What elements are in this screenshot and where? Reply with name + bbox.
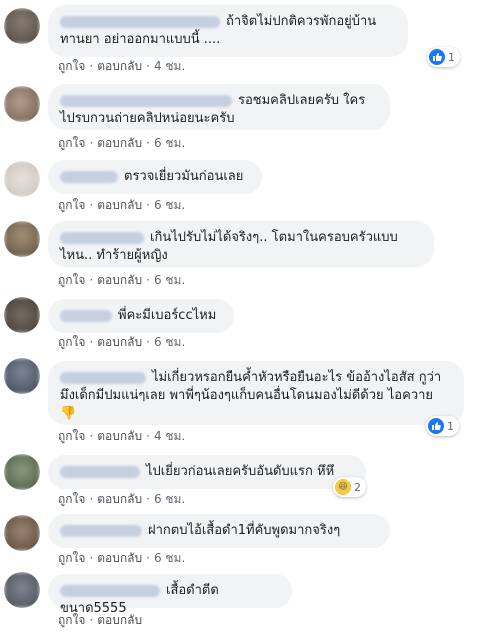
- avatar[interactable]: [4, 8, 40, 44]
- comment-bubble: ไปเยี่ยวก่อนเลยครับอันดับแรก หึหึ: [48, 455, 366, 489]
- reaction-count[interactable]: 1: [426, 416, 459, 436]
- comment-text: ฝากตบไอ้เสื้อดำ1ที่คับพูดมากจริงๆ: [148, 523, 341, 538]
- reply-link[interactable]: ตอบกลับ: [97, 492, 142, 506]
- comment-bubble: ฝากตบไอ้เสื้อดำ1ที่คับพูดมากจริงๆ: [48, 514, 390, 548]
- like-link[interactable]: ถูกใจ: [58, 273, 85, 287]
- avatar[interactable]: [4, 297, 40, 333]
- comment-actions: ถูกใจ · ตอบกลับ · 6 ชม.: [58, 198, 186, 212]
- comment-bubble: พี่คะมีเบอร์ccไหม: [48, 299, 234, 333]
- reply-link[interactable]: ตอบกลับ: [97, 59, 142, 73]
- reply-link[interactable]: ตอบกลับ: [97, 551, 142, 565]
- haha-icon: 😆: [335, 479, 351, 495]
- reply-link[interactable]: ตอบกลับ: [97, 429, 142, 443]
- reply-link[interactable]: ตอบกลับ: [97, 613, 142, 627]
- like-link[interactable]: ถูกใจ: [58, 429, 85, 443]
- timestamp[interactable]: 4 ชม.: [154, 429, 185, 443]
- commenter-name[interactable]: [60, 584, 160, 597]
- timestamp[interactable]: 6 ชม.: [154, 335, 185, 349]
- comment-actions: ถูกใจ · ตอบกลับ · 6 ชม.: [58, 273, 186, 287]
- comment-text: ไปเยี่ยวก่อนเลยครับอันดับแรก หึหึ: [146, 464, 335, 479]
- commenter-name[interactable]: [60, 465, 140, 478]
- reaction-count[interactable]: 😆 2: [333, 477, 366, 497]
- comment-bubble: เกินไปรับไม่ได้จริงๆ.. โตมาในครอบครัวแบบ…: [48, 221, 434, 267]
- comment-bubble: รอชมคลิปเลยครับ ใครไปรบกวนถ่ายคลิปหน่อยน…: [48, 84, 390, 130]
- reaction-count[interactable]: 1: [427, 47, 460, 67]
- commenter-name[interactable]: [60, 524, 142, 537]
- comment-actions: ถูกใจ · ตอบกลับ · 6 ชม.: [58, 335, 186, 349]
- avatar[interactable]: [4, 515, 40, 551]
- avatar[interactable]: [4, 221, 40, 257]
- commenter-name[interactable]: [60, 170, 118, 183]
- reply-link[interactable]: ตอบกลับ: [97, 198, 142, 212]
- commenter-name[interactable]: [60, 371, 146, 384]
- like-link[interactable]: ถูกใจ: [58, 198, 85, 212]
- like-link[interactable]: ถูกใจ: [58, 492, 85, 506]
- comment-bubble: ไม่เกี่ยวหรอกยืนค้ำหัวหรือยืนอะไร ข้ออ้า…: [48, 361, 464, 425]
- commenter-name[interactable]: [60, 94, 232, 107]
- commenter-name[interactable]: [60, 15, 220, 28]
- like-icon: [429, 49, 445, 65]
- avatar[interactable]: [4, 86, 40, 122]
- comment-bubble: ถ้าจิตไม่ปกติควรพักอยู่บ้าน ทานยา อย่าออ…: [48, 5, 408, 57]
- timestamp[interactable]: 6 ชม.: [154, 198, 185, 212]
- comment-actions: ถูกใจ · ตอบกลับ: [58, 613, 143, 627]
- comment-actions: ถูกใจ · ตอบกลับ · 6 ชม.: [58, 551, 186, 565]
- commenter-name[interactable]: [60, 309, 112, 322]
- commenter-name[interactable]: [60, 231, 144, 244]
- reply-link[interactable]: ตอบกลับ: [97, 136, 142, 150]
- comment-bubble: เสื้อดำตีดขนาด5555: [48, 574, 292, 616]
- comment-actions: ถูกใจ · ตอบกลับ · 4 ชม.: [58, 429, 186, 443]
- timestamp[interactable]: 6 ชม.: [154, 492, 185, 506]
- reply-link[interactable]: ตอบกลับ: [97, 335, 142, 349]
- like-link[interactable]: ถูกใจ: [58, 59, 85, 73]
- avatar[interactable]: [4, 161, 40, 197]
- like-link[interactable]: ถูกใจ: [58, 613, 85, 627]
- comment-text: พี่คะมีเบอร์ccไหม: [118, 308, 217, 323]
- comment-actions: ถูกใจ · ตอบกลับ · 6 ชม.: [58, 492, 186, 506]
- timestamp[interactable]: 4 ชม.: [154, 59, 185, 73]
- comment-actions: ถูกใจ · ตอบกลับ · 4 ชม.: [58, 59, 186, 73]
- like-link[interactable]: ถูกใจ: [58, 335, 85, 349]
- timestamp[interactable]: 6 ชม.: [154, 273, 185, 287]
- avatar[interactable]: [4, 358, 40, 394]
- comment-text: ตรวจเยี่ยวมันก่อนเลย: [124, 169, 244, 184]
- comment-actions: ถูกใจ · ตอบกลับ · 6 ชม.: [58, 136, 186, 150]
- like-icon: [428, 418, 444, 434]
- like-link[interactable]: ถูกใจ: [58, 136, 85, 150]
- avatar[interactable]: [4, 454, 40, 490]
- timestamp[interactable]: 6 ชม.: [154, 551, 185, 565]
- reply-link[interactable]: ตอบกลับ: [97, 273, 142, 287]
- avatar[interactable]: [4, 572, 40, 608]
- timestamp[interactable]: 6 ชม.: [154, 136, 185, 150]
- comment-bubble: ตรวจเยี่ยวมันก่อนเลย: [48, 160, 262, 194]
- like-link[interactable]: ถูกใจ: [58, 551, 85, 565]
